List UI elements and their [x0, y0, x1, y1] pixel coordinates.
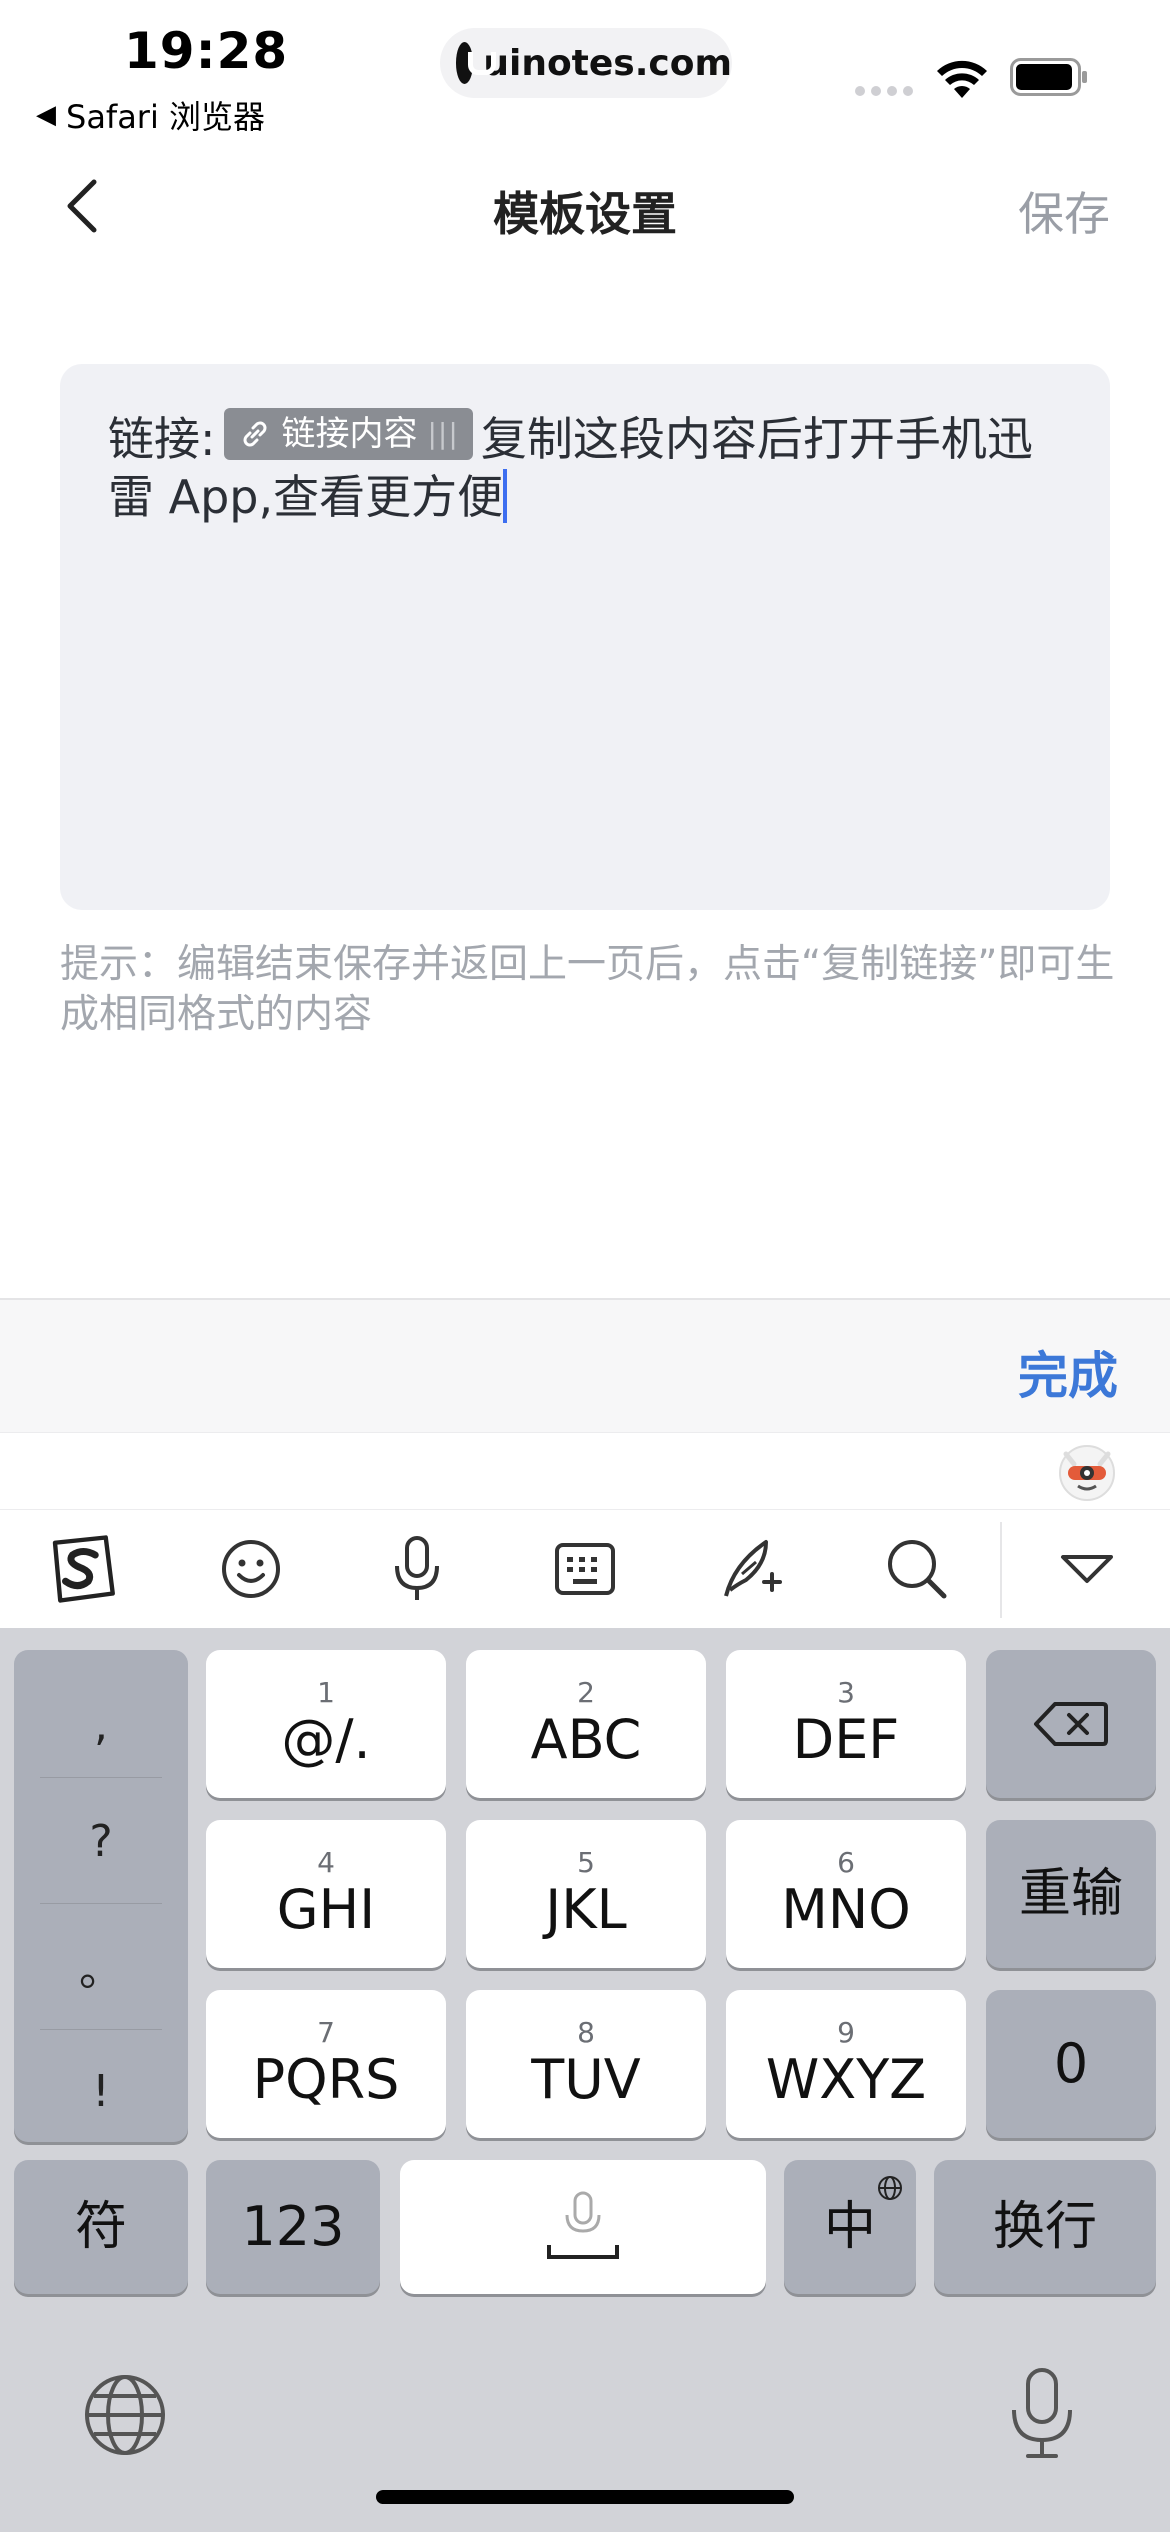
- key-0[interactable]: 0: [986, 1990, 1156, 2138]
- url-text: uinotes.com: [483, 42, 732, 84]
- link-chip-label: 链接内容: [281, 414, 418, 454]
- key-number: 6: [837, 1846, 855, 1879]
- link-prefix-text: 链接:: [108, 412, 216, 466]
- search-icon[interactable]: [882, 1534, 952, 1604]
- key-label: 重输: [1018, 1864, 1123, 1924]
- sogou-logo-icon[interactable]: [48, 1534, 118, 1604]
- small-globe-icon: [878, 2176, 902, 2200]
- key-number: 9: [837, 2016, 855, 2049]
- key-number: 2: [577, 1676, 595, 1709]
- key-1[interactable]: 1 @/.: [206, 1650, 446, 1798]
- key-number: 8: [577, 2016, 595, 2049]
- key-number: 1: [317, 1676, 335, 1709]
- punct-key[interactable]: ,: [14, 1664, 188, 1787]
- reinput-key[interactable]: 重输: [986, 1820, 1156, 1968]
- handwriting-icon[interactable]: [716, 1534, 786, 1604]
- key-number: 7: [317, 2016, 335, 2049]
- drag-handle-icon[interactable]: |||: [428, 405, 459, 463]
- collapse-keyboard-icon[interactable]: [1052, 1534, 1122, 1604]
- cellular-signal-icon: [855, 86, 913, 96]
- hint-text: 提示：编辑结束保存并返回上一页后，点击“复制链接”即可生成相同格式的内容: [60, 942, 1115, 1037]
- site-logo-icon: [456, 42, 497, 84]
- page-title: 模板设置: [493, 187, 677, 241]
- key-label: GHI: [276, 1878, 376, 1941]
- back-app-label: Safari 浏览器: [66, 98, 266, 136]
- candidate-bar: [0, 1432, 1170, 1510]
- space-mic-icon: [547, 2191, 619, 2259]
- key-5[interactable]: 5 JKL: [466, 1820, 706, 1968]
- status-time: 19:28: [124, 22, 289, 80]
- key-label: TUV: [531, 2048, 641, 2111]
- link-content-chip[interactable]: 链接内容 |||: [223, 405, 473, 463]
- key-2[interactable]: 2 ABC: [466, 1650, 706, 1798]
- link-icon: [243, 421, 266, 447]
- newline-key[interactable]: 换行: [934, 2160, 1156, 2294]
- space-key[interactable]: [400, 2160, 766, 2294]
- back-triangle-icon: ◀: [36, 100, 56, 130]
- voice-input-icon[interactable]: [382, 1534, 452, 1604]
- key-label: 符: [74, 2197, 127, 2257]
- language-key[interactable]: 中: [784, 2160, 916, 2294]
- key-number: 4: [317, 1846, 335, 1879]
- punct-divider: [40, 1777, 162, 1778]
- key-label: JKL: [545, 1878, 627, 1941]
- key-number: 3: [837, 1676, 855, 1709]
- punct-key[interactable]: ?: [14, 1780, 188, 1903]
- keyboard-switch-icon[interactable]: [550, 1534, 620, 1604]
- key-6[interactable]: 6 MNO: [726, 1820, 966, 1968]
- key-label: ABC: [530, 1708, 642, 1771]
- editor-content[interactable]: 链接: 链接内容 ||| 复制这段内容后打开手机迅雷 App,查看更方便: [108, 408, 1062, 526]
- key-label: WXYZ: [765, 2048, 927, 2111]
- text-caret: [503, 469, 508, 523]
- keyboard-accessory-bar: [0, 1298, 1170, 1432]
- key-label: 0: [1053, 2032, 1089, 2095]
- key-label: 中: [823, 2197, 876, 2257]
- key-label: 换行: [992, 2197, 1097, 2257]
- numbers-key[interactable]: 123: [206, 2160, 380, 2294]
- template-editor[interactable]: 链接: 链接内容 ||| 复制这段内容后打开手机迅雷 App,查看更方便: [60, 364, 1110, 910]
- home-indicator: [376, 2490, 794, 2504]
- symbol-key[interactable]: 符: [14, 2160, 188, 2294]
- key-4[interactable]: 4 GHI: [206, 1820, 446, 1968]
- key-3[interactable]: 3 DEF: [726, 1650, 966, 1798]
- done-button[interactable]: 完成: [1018, 1336, 1118, 1408]
- dictation-mic-icon[interactable]: [1004, 2366, 1080, 2462]
- key-label: PQRS: [252, 2048, 400, 2111]
- back-to-app-link[interactable]: ◀ Safari 浏览器: [36, 92, 265, 138]
- globe-icon[interactable]: [80, 2370, 170, 2460]
- key-label: MNO: [781, 1878, 911, 1941]
- wifi-icon: [937, 60, 987, 98]
- key-label: @/.: [281, 1708, 371, 1771]
- key-number: 5: [577, 1846, 595, 1879]
- toolbar-divider: [1000, 1522, 1002, 1618]
- key-label: 123: [241, 2195, 345, 2258]
- key-8[interactable]: 8 TUV: [466, 1990, 706, 2138]
- backspace-icon: [1034, 1702, 1108, 1746]
- key-9[interactable]: 9 WXYZ: [726, 1990, 966, 2138]
- delete-key[interactable]: [986, 1650, 1156, 1798]
- key-label: DEF: [792, 1708, 900, 1771]
- battery-icon: [1010, 58, 1087, 96]
- ime-mascot-icon[interactable]: [1056, 1440, 1118, 1502]
- punct-key[interactable]: 。: [14, 1904, 188, 2027]
- url-pill[interactable]: uinotes.com: [440, 28, 732, 98]
- punct-key[interactable]: !: [14, 2030, 188, 2153]
- emoji-icon[interactable]: [216, 1534, 286, 1604]
- key-7[interactable]: 7 PQRS: [206, 1990, 446, 2138]
- save-button[interactable]: 保存: [1018, 178, 1110, 244]
